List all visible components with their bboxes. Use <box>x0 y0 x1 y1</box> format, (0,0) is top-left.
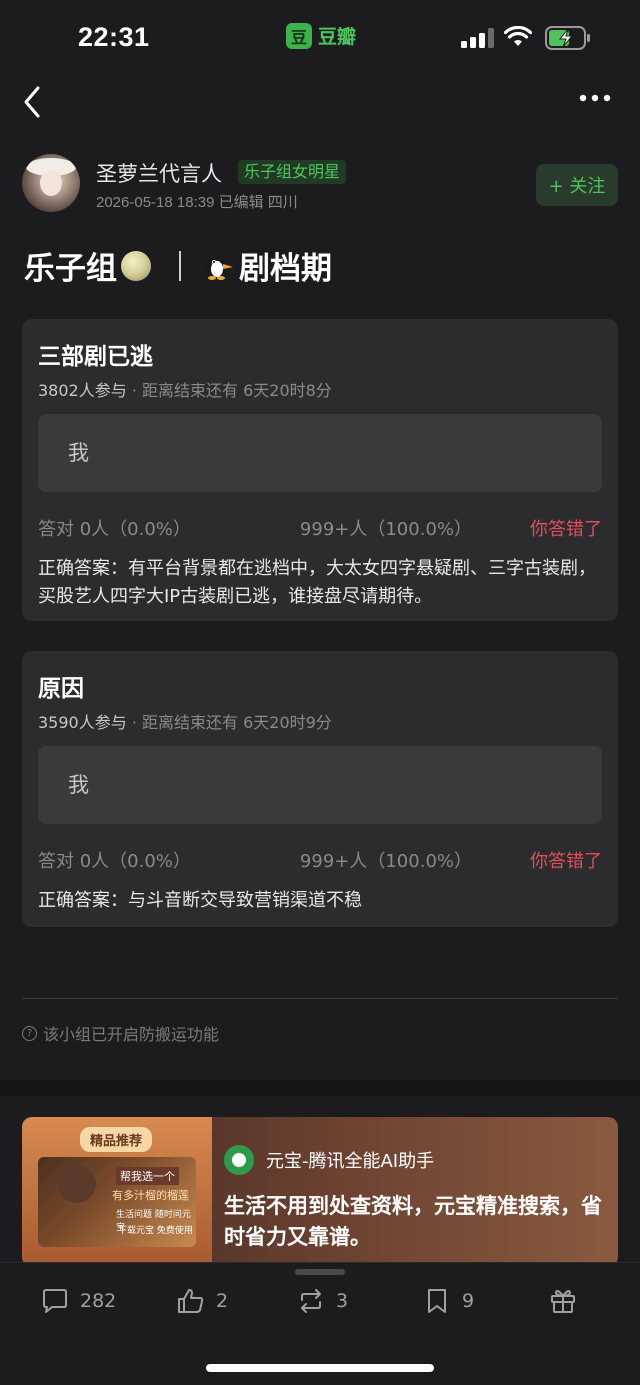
quiz-participants: 3802人参与 <box>38 381 127 400</box>
status-bar: 22:31 豆 豆瓣 <box>0 0 640 76</box>
ad-picture: 帮我选一个 有多汁榴的榴莲 生活问题 随时问元宝 下载元宝 免费使用 <box>38 1157 196 1247</box>
wifi-icon <box>504 26 532 46</box>
ad-brand-name: 元宝-腾讯全能AI助手 <box>266 1151 435 1172</box>
quiz-countdown: · 距离结束还有 6天20时9分 <box>131 713 332 732</box>
quiz-my-answer: 我 <box>38 746 602 824</box>
repost-icon <box>301 1289 321 1313</box>
status-time: 22:31 <box>78 22 150 52</box>
quiz-my-answer: 我 <box>38 414 602 492</box>
like-count: 2 <box>216 1290 229 1312</box>
quiz-correct-answer: 正确答案：与斗音断交导致营销渠道不稳 <box>38 890 362 911</box>
ad-pic-text: 下载元宝 免费使用 <box>118 1226 193 1236</box>
follow-button[interactable]: + 关注 <box>536 164 618 206</box>
title-part-2: 剧档期 <box>239 251 332 287</box>
bookmark-icon <box>428 1289 446 1313</box>
author-tag-badge: 乐子组女明星 <box>238 160 347 184</box>
ad-pic-text: 有多汁榴的榴莲 <box>112 1189 189 1202</box>
title-part-1: 乐子组 <box>24 251 117 287</box>
back-arrow-icon[interactable] <box>20 82 48 122</box>
app-badge: 豆 豆瓣 <box>286 22 356 49</box>
repost-count: 3 <box>336 1290 349 1312</box>
melon-icon <box>121 250 151 281</box>
battery-charging-icon <box>545 26 590 50</box>
drag-handle[interactable] <box>295 1269 345 1275</box>
ad-text: 生活不用到处查资料，元宝精准搜索，省时省力又靠谱。 <box>224 1194 602 1249</box>
like-button[interactable]: 2 <box>176 1283 228 1319</box>
quiz-card: 三部剧已逃 3802人参与 · 距离结束还有 6天20时8分 我 答对 0人（0… <box>22 319 618 621</box>
gift-icon <box>551 1290 575 1313</box>
douban-logo-icon: 豆 <box>286 22 312 49</box>
quiz-total-count: 999+人（100.0%） <box>299 519 472 540</box>
quiz-question: 三部剧已逃 <box>38 344 153 370</box>
content-divider <box>22 998 618 999</box>
bookmark-count: 9 <box>462 1290 475 1312</box>
bookmark-button[interactable]: 9 <box>422 1283 474 1319</box>
quiz-correct-count: 答对 0人（0.0%） <box>38 851 191 872</box>
quiz-card: 原因 3590人参与 · 距离结束还有 6天20时9分 我 答对 0人（0.0%… <box>22 651 618 927</box>
section-gap <box>0 1080 640 1096</box>
ad-image: 精品推荐 帮我选一个 有多汁榴的榴莲 生活问题 随时问元宝 下载元宝 免费使用 <box>22 1117 212 1267</box>
quiz-verdict: 你答错了 <box>530 851 602 872</box>
quiz-correct-count: 答对 0人（0.0%） <box>38 519 191 540</box>
ad-card[interactable]: 精品推荐 帮我选一个 有多汁榴的榴莲 生活问题 随时问元宝 下载元宝 免费使用 … <box>22 1117 618 1267</box>
quiz-question: 原因 <box>38 676 84 702</box>
quiz-verdict: 你答错了 <box>530 519 602 540</box>
post-meta: 2026-05-18 18:39 已编辑 四川 <box>96 194 298 211</box>
more-options-icon[interactable] <box>578 86 612 110</box>
comment-icon <box>43 1289 67 1313</box>
penguin-icon <box>206 255 233 280</box>
quiz-total-count: 999+人（100.0%） <box>299 851 472 872</box>
thumbs-up-icon <box>178 1289 204 1313</box>
comment-button[interactable]: 282 <box>40 1283 116 1319</box>
ad-pic-text: 帮我选一个 <box>116 1167 179 1185</box>
quiz-correct-answer: 正确答案：有平台背景都在逃档中，大太女四字悬疑剧、三字古装剧，买股艺人四字大IP… <box>38 558 596 607</box>
anti-repost-notice: ? 该小组已开启防搬运功能 <box>22 1021 219 1045</box>
home-indicator[interactable] <box>206 1364 434 1372</box>
help-circle-icon: ? <box>22 1025 37 1041</box>
signal-icon <box>461 28 494 48</box>
page-title: 乐子组 剧档期 <box>24 243 332 288</box>
yuanbao-logo-icon <box>224 1145 254 1175</box>
quiz-stats: 3802人参与 · 距离结束还有 6天20时8分 <box>38 377 332 401</box>
avatar[interactable] <box>22 154 80 212</box>
notice-text: 该小组已开启防搬运功能 <box>43 1025 220 1044</box>
comment-count: 282 <box>80 1290 117 1312</box>
quiz-stats: 3590人参与 · 距离结束还有 6天20时9分 <box>38 709 332 733</box>
quiz-countdown: · 距离结束还有 6天20时8分 <box>131 381 332 400</box>
top-nav <box>0 76 640 128</box>
app-badge-name: 豆瓣 <box>318 26 357 48</box>
ad-tag: 精品推荐 <box>80 1127 153 1152</box>
title-divider <box>179 250 181 281</box>
author-name[interactable]: 圣萝兰代言人 <box>96 158 222 188</box>
repost-button[interactable]: 3 <box>296 1283 348 1319</box>
quiz-participants: 3590人参与 <box>38 713 127 732</box>
gift-button[interactable] <box>548 1283 578 1319</box>
ad-brand: 元宝-腾讯全能AI助手 <box>224 1145 434 1175</box>
author-row: 圣萝兰代言人 乐子组女明星 2026-05-18 18:39 已编辑 四川 + … <box>22 154 618 216</box>
